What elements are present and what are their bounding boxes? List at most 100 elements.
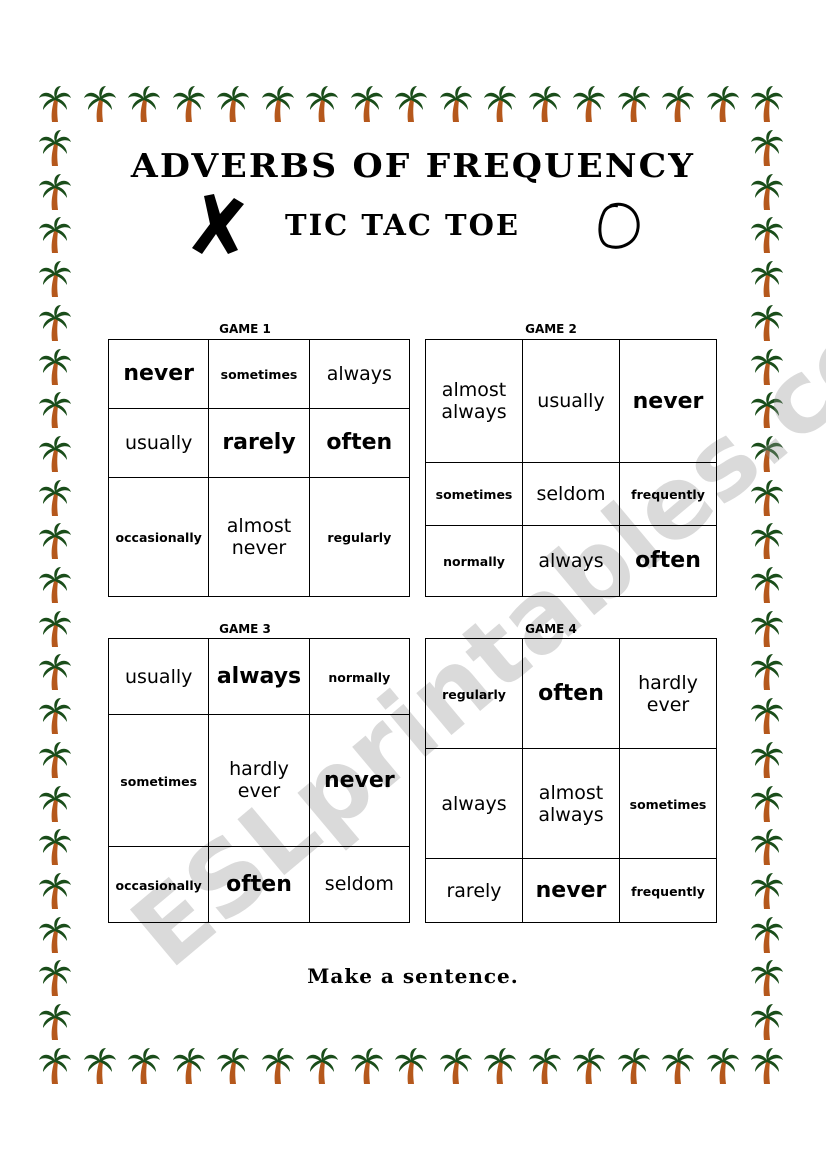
board-cell[interactable]: sometimes [619,748,717,860]
board-cell[interactable]: seldom [522,462,620,526]
palm-tree-icon [126,84,162,124]
palm-tree-icon [749,871,785,911]
cell-word: always [216,664,302,690]
palm-tree-icon [260,1046,296,1086]
board-cell[interactable]: often [208,845,310,924]
palm-tree-icon [749,784,785,824]
board-cell[interactable]: almost always [522,748,620,860]
palm-tree-icon [171,1046,207,1086]
board-cell[interactable]: sometimes [208,339,310,409]
board-cell[interactable]: always [522,524,620,598]
palm-tree-icon [438,1046,474,1086]
palm-tree-icon [749,478,785,518]
palm-tree-icon [215,84,251,124]
board-cell[interactable]: never [619,338,717,464]
palm-tree-icon [37,1046,73,1086]
palm-tree-icon [749,740,785,780]
palm-tree-icon [37,565,73,605]
cell-word: often [538,681,604,707]
board-cell[interactable]: almost never [208,476,310,598]
board-cell[interactable]: hardly ever [208,714,310,847]
cell-word: rarely [222,430,296,456]
palm-tree-icon [749,259,785,299]
cell-word: sometimes [220,367,298,383]
palm-tree-icon [37,784,73,824]
board-cell[interactable]: frequently [619,858,717,923]
game-2-board: almost always usually never sometimes seldom… [425,338,717,598]
cell-word: always [538,549,604,572]
board-cell[interactable]: usually [107,637,210,716]
palm-tree-icon [749,303,785,343]
cell-word: occasionally [115,530,202,546]
palm-tree-icon [527,84,563,124]
board-cell[interactable]: occasionally [107,845,210,924]
cell-word: always [441,792,507,815]
board-cell[interactable]: rarely [208,407,310,478]
board-cell[interactable]: often [619,524,717,598]
board-cell[interactable]: sometimes [425,462,523,526]
board-cell[interactable]: usually [107,407,210,478]
palm-tree-icon [749,434,785,474]
board-row: sometimes hardly ever never [107,714,411,847]
board-cell[interactable]: never [308,714,411,847]
board-cell[interactable]: normally [308,637,411,716]
board-cell[interactable]: often [308,407,411,478]
cell-word: regularly [327,530,392,546]
board-cell[interactable]: hardly ever [619,637,717,750]
board-row: usually always normally [107,637,411,716]
palm-tree-icon [82,1046,118,1086]
cell-word: hardly ever [638,671,698,716]
board-cell[interactable]: frequently [619,462,717,526]
worksheet-title: ADVERBS OF FREQUENCY [130,146,696,185]
palm-tree-icon [37,827,73,867]
palm-tree-icon [82,84,118,124]
palm-tree-icon [37,652,73,692]
palm-tree-icon [37,434,73,474]
palm-tree-icon [749,521,785,561]
board-cell[interactable]: normally [425,524,523,598]
board-cell[interactable]: regularly [425,637,523,750]
board-cell[interactable]: always [208,637,310,716]
worksheet-subtitle: TIC TAC TOE [285,208,520,242]
board-cell[interactable]: occasionally [107,476,210,598]
palm-tree-icon [705,84,741,124]
board-cell[interactable]: always [425,748,523,860]
board-cell[interactable]: never [522,858,620,923]
board-cell[interactable]: usually [522,338,620,464]
palm-tree-icon [393,1046,429,1086]
palm-tree-icon [749,915,785,955]
board-cell[interactable]: regularly [308,476,411,598]
palm-tree-icon [571,84,607,124]
cell-word: sometimes [629,797,707,813]
board-cell[interactable]: never [107,339,210,409]
cell-word: seldom [324,873,394,896]
palm-tree-icon [37,609,73,649]
cell-word: almost always [441,379,507,424]
palm-tree-icon [482,84,518,124]
cell-word: often [326,430,393,456]
cell-word: hardly ever [229,758,289,803]
palm-tree-icon [749,609,785,649]
palm-tree-icon [749,215,785,255]
board-cell[interactable]: seldom [308,845,411,924]
cell-word: usually [124,431,193,454]
palm-tree-icon [749,390,785,430]
palm-tree-icon [37,696,73,736]
instruction-text: Make a sentence. [307,964,519,988]
cell-word: never [632,388,704,414]
palm-tree-icon [126,1046,162,1086]
board-cell[interactable]: sometimes [107,714,210,847]
palm-tree-icon [260,84,296,124]
board-row: regularly often hardly ever [425,637,717,750]
palm-tree-icon [37,871,73,911]
game-3-board: usually always normally sometimes hardly eve… [107,637,411,924]
board-cell[interactable]: rarely [425,858,523,923]
palm-tree-icon [571,1046,607,1086]
palm-tree-icon [171,84,207,124]
cell-word: often [226,871,292,897]
palm-tree-icon [749,84,785,124]
board-cell[interactable]: always [308,339,411,409]
board-cell[interactable]: often [522,637,620,750]
board-cell[interactable]: almost always [425,338,523,464]
cell-word: normally [328,670,391,686]
